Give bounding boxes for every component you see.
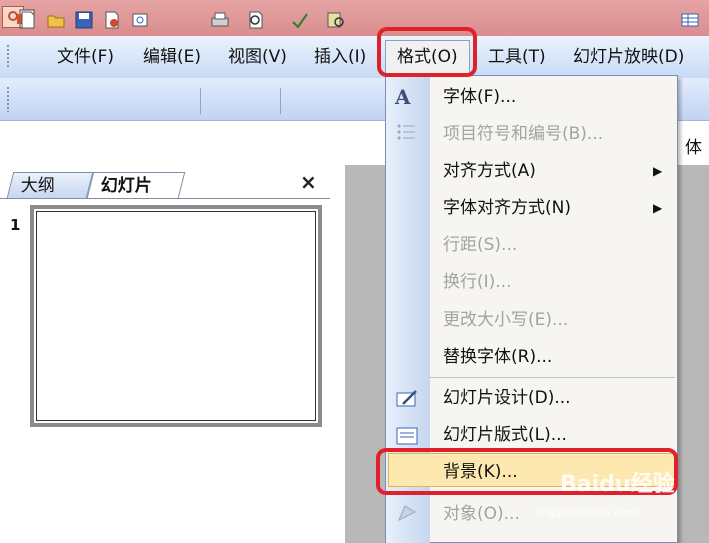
slide-design-icon (396, 390, 417, 407)
menu-file[interactable]: 文件(F) (57, 44, 114, 70)
email-icon[interactable] (130, 10, 150, 30)
menu-grip-handle[interactable] (6, 44, 10, 68)
save-icon[interactable] (74, 10, 94, 30)
table-icon[interactable] (680, 10, 700, 30)
tab-slides[interactable]: 幻灯片 (86, 172, 186, 198)
permission-icon[interactable] (102, 10, 122, 30)
menu-item-alignment[interactable]: 对齐方式(A) (443, 158, 536, 184)
toolbar-separator (280, 88, 281, 114)
menu-item-slide-layout[interactable]: 幻灯片版式(L)... (443, 422, 567, 448)
menu-separator (430, 377, 675, 378)
menu-edit[interactable]: 编辑(E) (143, 44, 201, 70)
spelling-check-icon[interactable] (290, 10, 310, 30)
menu-item-replace-fonts[interactable]: 替换字体(R)... (443, 344, 552, 370)
menu-item-font[interactable]: 字体(F)... (443, 84, 516, 110)
menu-item-line-break[interactable]: 换行(I)... (443, 269, 512, 295)
menu-item-change-case[interactable]: 更改大小写(E)... (443, 307, 568, 333)
font-icon: A (395, 85, 411, 109)
print-icon[interactable] (210, 10, 230, 30)
annotation-highlight-format (377, 27, 477, 77)
menu-slideshow[interactable]: 幻灯片放映(D) (573, 44, 684, 70)
menu-insert[interactable]: 插入(I) (314, 44, 366, 70)
menu-item-bullets-numbering[interactable]: 项目符号和编号(B)... (443, 121, 603, 147)
menu-item-slide-design[interactable]: 幻灯片设计(D)... (443, 385, 571, 411)
baidu-watermark-url: jingyan.baidu.com (536, 506, 638, 519)
menu-item-object[interactable]: 对象(O)... (443, 501, 520, 527)
menu-tools[interactable]: 工具(T) (488, 44, 546, 70)
close-panel-icon[interactable]: × (300, 170, 317, 194)
menu-item-line-spacing[interactable]: 行距(S)... (443, 232, 517, 258)
font-box-partial-text[interactable]: 体 (685, 133, 702, 158)
new-document-icon[interactable] (18, 10, 38, 30)
slide-layout-icon (396, 427, 418, 445)
baidu-watermark: Baidu经验 (560, 472, 675, 497)
slide-number: 1 (10, 216, 21, 234)
object-icon (398, 505, 417, 522)
toolbar-grip-handle[interactable] (6, 86, 10, 112)
toolbar-separator (200, 88, 201, 114)
menu-item-font-alignment[interactable]: 字体对齐方式(N) (443, 195, 571, 221)
menu-view[interactable]: 视图(V) (228, 44, 287, 70)
bullets-icon (397, 124, 415, 140)
research-icon[interactable] (326, 10, 346, 30)
tab-outline[interactable]: 大纲 (6, 172, 94, 198)
open-folder-icon[interactable] (46, 10, 66, 30)
slide-thumbnail-inner (36, 211, 316, 421)
print-preview-icon[interactable] (246, 10, 266, 30)
submenu-arrow-icon: ▶ (653, 201, 663, 215)
submenu-arrow-icon: ▶ (653, 164, 663, 178)
